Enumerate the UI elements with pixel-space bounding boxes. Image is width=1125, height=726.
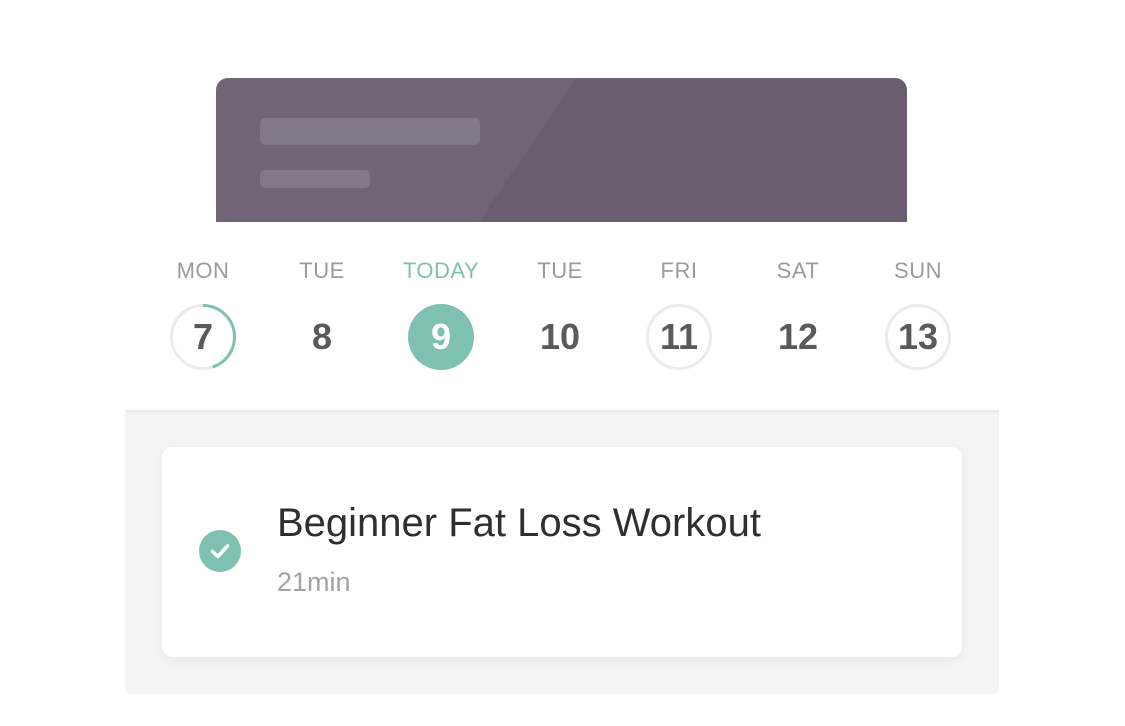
workout-duration: 21min [277,567,351,597]
day-label: FRI [660,258,698,283]
day-number: 8 [311,316,333,357]
day-label: MON [176,258,230,283]
day-item-tue[interactable]: TUE 8 [262,222,382,410]
plan-banner[interactable] [216,78,907,238]
day-item-mon[interactable]: MON 7 [143,222,263,410]
check-circle-icon [199,530,241,572]
workout-title: Beginner Fat Loss Workout [277,501,761,545]
schedule-panel: MON 7 TUE 8 TODAY 9 TUE 10 FRI 11 SAT 12… [125,222,999,694]
day-label: SAT [776,258,820,283]
day-number: 9 [430,316,452,357]
day-number: 12 [777,316,819,357]
banner-title-placeholder [260,118,480,145]
day-number: 13 [897,316,939,357]
day-item-tue-2[interactable]: TUE 10 [500,222,620,410]
week-strip: MON 7 TUE 8 TODAY 9 TUE 10 FRI 11 SAT 12… [125,222,999,410]
day-number: 7 [192,316,214,357]
day-label: TUE [537,258,583,283]
workout-card[interactable]: Beginner Fat Loss Workout 21min [162,447,962,657]
day-item-sat[interactable]: SAT 12 [738,222,858,410]
day-label: TODAY [402,258,480,283]
day-item-fri[interactable]: FRI 11 [619,222,739,410]
day-item-sun[interactable]: SUN 13 [858,222,978,410]
day-number: 10 [539,316,581,357]
banner-subtitle-placeholder [260,170,370,188]
day-label: TUE [299,258,345,283]
day-label: SUN [894,258,942,283]
day-item-today[interactable]: TODAY 9 [381,222,501,410]
day-number: 11 [659,316,699,357]
